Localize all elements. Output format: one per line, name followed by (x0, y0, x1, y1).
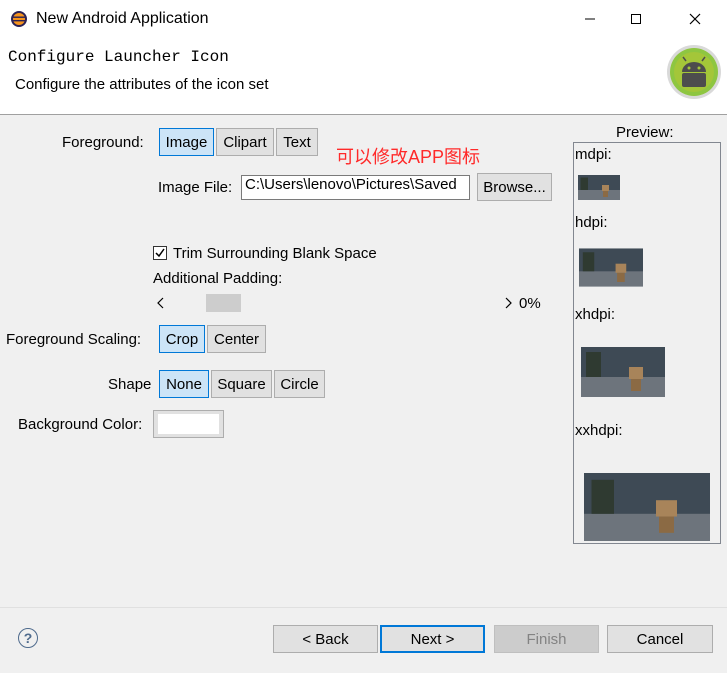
checkmark-icon (155, 248, 165, 258)
help-icon[interactable]: ? (18, 628, 38, 648)
maximize-button[interactable] (613, 0, 659, 38)
preview-mdpi-label: mdpi: (575, 146, 612, 163)
scaling-label: Foreground Scaling: (6, 331, 142, 348)
close-icon (689, 13, 701, 25)
slider-right-arrow-icon[interactable] (504, 296, 512, 313)
minimize-button[interactable] (567, 0, 613, 38)
foreground-clipart-button[interactable]: Clipart (216, 128, 274, 156)
page-description: Configure the attributes of the icon set (15, 76, 269, 93)
padding-value: 0% (519, 295, 541, 312)
eclipse-app-icon (10, 10, 28, 28)
trim-label: Trim Surrounding Blank Space (173, 245, 377, 262)
shape-none-button[interactable]: None (159, 370, 209, 398)
maximize-icon (631, 14, 641, 24)
annotation-text: 可以修改APP图标 (336, 147, 481, 167)
image-file-input[interactable]: C:\Users\lenovo\Pictures\Saved (241, 175, 470, 200)
window-title: New Android Application (36, 10, 209, 27)
cancel-button[interactable]: Cancel (607, 625, 713, 653)
preview-xxhdpi-image (584, 473, 710, 541)
preview-mdpi-image (578, 175, 620, 200)
padding-label: Additional Padding: (153, 270, 283, 287)
background-color-button[interactable] (153, 410, 224, 438)
slider-thumb[interactable] (206, 294, 241, 312)
preview-xxhdpi-label: xxhdpi: (575, 422, 623, 439)
shape-square-button[interactable]: Square (211, 370, 272, 398)
finish-button[interactable]: Finish (494, 625, 599, 653)
scaling-crop-button[interactable]: Crop (159, 325, 205, 353)
footer-divider (0, 607, 727, 608)
foreground-label: Foreground: (62, 134, 144, 151)
preview-xhdpi-image (581, 347, 665, 397)
foreground-text-button[interactable]: Text (276, 128, 318, 156)
back-button[interactable]: < Back (273, 625, 378, 653)
next-button[interactable]: Next > (380, 625, 485, 653)
image-file-label: Image File: (158, 179, 233, 196)
android-logo-icon (666, 42, 722, 100)
close-button[interactable] (672, 0, 718, 38)
minimize-icon (585, 18, 595, 20)
preview-hdpi-image (579, 248, 643, 287)
color-swatch (158, 414, 219, 434)
trim-checkbox[interactable] (153, 246, 167, 260)
preview-xhdpi-label: xhdpi: (575, 306, 616, 323)
browse-button[interactable]: Browse... (477, 173, 552, 201)
foreground-image-button[interactable]: Image (159, 128, 214, 156)
shape-circle-button[interactable]: Circle (274, 370, 325, 398)
slider-left-arrow-icon[interactable] (157, 296, 165, 313)
background-color-label: Background Color: (18, 416, 143, 433)
page-title: Configure Launcher Icon (8, 48, 229, 66)
shape-label: Shape (108, 376, 152, 393)
scaling-center-button[interactable]: Center (207, 325, 266, 353)
preview-hdpi-label: hdpi: (575, 214, 608, 231)
wizard-header: Configure Launcher Icon Configure the at… (0, 38, 727, 115)
preview-label: Preview: (616, 124, 674, 141)
